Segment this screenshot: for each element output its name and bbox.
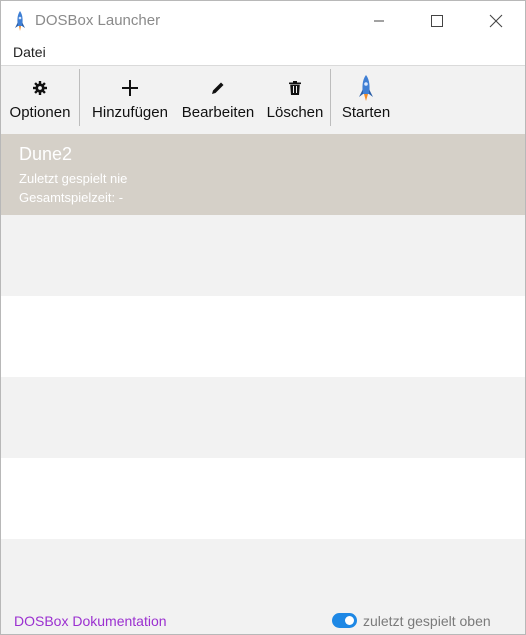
game-last-played: Zuletzt gespielt nie [19,171,128,186]
pencil-icon [211,75,225,101]
toolbar: Optionen Hinzufügen Bearbeiten Löschen S… [1,66,525,134]
edit-label: Bearbeiten [181,104,255,121]
options-button[interactable]: Optionen [6,66,74,132]
minimize-button[interactable] [350,1,408,41]
menu-bar: Datei [1,41,525,66]
list-item[interactable]: Dune2 Zuletzt gespielt nie Gesamtspielze… [1,134,525,215]
minimize-icon [374,20,384,22]
close-button[interactable] [467,1,525,41]
empty-list-row [1,539,525,608]
empty-list-row [1,215,525,296]
toolbar-separator [330,69,331,126]
sort-recent-toggle[interactable] [332,613,357,628]
maximize-icon [431,15,443,27]
add-button[interactable]: Hinzufügen [89,66,171,132]
dosbox-documentation-link[interactable]: DOSBox Dokumentation [14,613,167,629]
app-window: DOSBox Launcher Datei Optionen Hinzufüge… [0,0,526,635]
title-bar[interactable]: DOSBox Launcher [1,1,525,41]
status-bar: DOSBox Dokumentation zuletzt gespielt ob… [1,608,525,634]
game-total-time: Gesamtspielzeit: - [19,190,124,205]
sort-recent-toggle-label: zuletzt gespielt oben [363,613,491,629]
empty-list-row [1,377,525,458]
start-button[interactable]: Starten [339,66,393,132]
close-icon [489,14,503,28]
plus-icon [122,75,138,101]
game-name: Dune2 [19,144,73,164]
delete-label: Löschen [266,104,324,121]
options-label: Optionen [9,104,71,121]
window-title: DOSBox Launcher [35,12,161,29]
trash-icon [289,75,301,101]
toggle-knob [345,616,354,625]
empty-list-row [1,296,525,377]
add-label: Hinzufügen [92,104,168,121]
toolbar-separator [79,69,80,126]
menu-datei[interactable]: Datei [13,44,46,60]
rocket-icon [356,75,376,101]
rocket-icon [11,10,29,32]
empty-list-row [1,458,525,539]
game-list[interactable]: Dune2 Zuletzt gespielt nie Gesamtspielze… [1,134,525,608]
gear-icon [33,75,47,101]
start-label: Starten [341,104,391,121]
delete-button[interactable]: Löschen [265,66,325,132]
edit-button[interactable]: Bearbeiten [180,66,256,132]
maximize-button[interactable] [408,1,466,41]
